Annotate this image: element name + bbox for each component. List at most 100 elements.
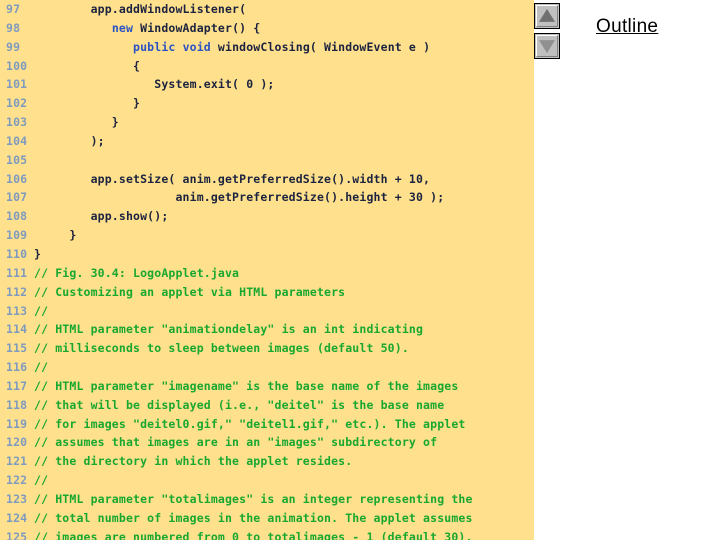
code-token: }: [34, 246, 42, 261]
code-line: 101 System.exit( 0 );: [0, 75, 534, 94]
code-keyword: new: [111, 20, 134, 35]
line-number: 115: [6, 341, 28, 356]
code-line: 109 }: [0, 226, 534, 245]
code-token: app.show();: [34, 209, 169, 224]
line-number: 114: [6, 322, 28, 337]
code-line: 100 {: [0, 57, 534, 76]
line-number: 123: [6, 491, 28, 506]
code-keyword: public: [133, 39, 176, 54]
code-line: 120 // assumes that images are in an "ima…: [0, 433, 534, 452]
code-line: 115 // milliseconds to sleep between imag…: [0, 339, 534, 358]
line-number: 107: [6, 190, 28, 205]
code-line: 123 // HTML parameter "totalimages" is an…: [0, 490, 534, 509]
line-number: 121: [6, 454, 28, 469]
line-number: 116: [6, 360, 28, 375]
code-token: app.addWindowListener(: [34, 2, 247, 16]
code-line: 98 new WindowAdapter() {: [0, 19, 534, 38]
line-number: 102: [6, 96, 28, 111]
line-number: 112: [6, 284, 28, 299]
line-number: 104: [6, 133, 28, 148]
line-number: 124: [6, 510, 28, 525]
code-comment: // HTML parameter "animationdelay" is an…: [34, 322, 424, 337]
scroll-down-button-bevel: [536, 35, 558, 57]
scroll-down-button[interactable]: [534, 33, 560, 59]
line-number: 110: [6, 246, 28, 261]
code-comment: // that will be displayed (i.e., "deitel…: [34, 397, 445, 412]
code-line: 113 //: [0, 302, 534, 321]
code-line: 119 // for images "deitel0.gif," "deitel1…: [0, 415, 534, 434]
code-comment: // Customizing an applet via HTML parame…: [34, 284, 346, 299]
code-comment: //: [34, 360, 49, 375]
line-number: 101: [6, 77, 28, 92]
code-line: 122 //: [0, 471, 534, 490]
code-line: 114 // HTML parameter "animationdelay" is…: [0, 320, 534, 339]
line-number: 119: [6, 416, 28, 431]
code-comment: // for images "deitel0.gif," "deitel1.gi…: [34, 416, 466, 431]
code-comment: // total number of images in the animati…: [34, 510, 473, 525]
code-line: 102 }: [0, 94, 534, 113]
line-number: 118: [6, 397, 28, 412]
code-comment: // the directory in which the applet res…: [34, 454, 353, 469]
code-comment: // HTML parameter "imagename" is the bas…: [34, 378, 459, 393]
code-line: 121 // the directory in which the applet …: [0, 452, 534, 471]
code-token: }: [34, 115, 119, 130]
code-listing-panel: 97 app.addWindowListener(98 new WindowAd…: [0, 0, 534, 540]
line-number: 125: [6, 529, 28, 540]
code-line: 125 // images are numbered from 0 to tota…: [0, 528, 534, 540]
line-number: 103: [6, 115, 28, 130]
line-number: 122: [6, 473, 28, 488]
scroll-up-button[interactable]: [534, 3, 560, 29]
code-line: 112 // Customizing an applet via HTML par…: [0, 283, 534, 302]
code-comment: //: [34, 473, 49, 488]
code-line: 116 //: [0, 358, 534, 377]
outline-label: Outline: [596, 16, 659, 37]
triangle-up-icon: [539, 8, 555, 22]
code-keyword: void: [182, 39, 211, 54]
line-number: 117: [6, 378, 28, 393]
scroll-up-button-bevel: [536, 5, 558, 27]
code-comment: // assumes that images are in an "images…: [34, 435, 438, 450]
code-token: System.exit( 0 );: [34, 77, 275, 92]
code-line: 107 anim.getPreferredSize().height + 30 …: [0, 188, 534, 207]
code-token: app.setSize( anim.getPreferredSize().wid…: [34, 171, 431, 186]
triangle-down-icon: [539, 40, 555, 54]
code-token: {: [34, 58, 141, 73]
code-line: 97 app.addWindowListener(: [0, 0, 534, 19]
code-line: 105: [0, 151, 534, 170]
code-line: 110}: [0, 245, 534, 264]
code-token: windowClosing( WindowEvent e ): [210, 39, 431, 54]
code-line: 111 // Fig. 30.4: LogoApplet.java: [0, 264, 534, 283]
line-number: 108: [6, 209, 28, 224]
code-comment: //: [34, 303, 49, 318]
line-number: 113: [6, 303, 28, 318]
code-token: );: [34, 133, 105, 148]
right-pane: Outline: [534, 0, 720, 540]
code-lines-container: 97 app.addWindowListener(98 new WindowAd…: [0, 0, 534, 540]
line-number: 98: [6, 20, 21, 35]
code-token: }: [34, 228, 77, 243]
line-number: 100: [6, 58, 28, 73]
line-number: 106: [6, 171, 28, 186]
line-number: 105: [6, 152, 28, 167]
line-number: 99: [6, 39, 21, 54]
line-number: 97: [6, 2, 21, 16]
code-line: 103 }: [0, 113, 534, 132]
code-comment: // milliseconds to sleep between images …: [34, 341, 409, 356]
code-token: }: [34, 96, 141, 111]
code-comment: // HTML parameter "totalimages" is an in…: [34, 491, 473, 506]
line-number: 109: [6, 228, 28, 243]
code-line: 124 // total number of images in the anim…: [0, 509, 534, 528]
code-comment: // Fig. 30.4: LogoApplet.java: [34, 265, 240, 280]
line-number: 111: [6, 265, 28, 280]
code-token: WindowAdapter() {: [133, 20, 261, 35]
code-line: 104 );: [0, 132, 534, 151]
line-number: 120: [6, 435, 28, 450]
code-line: 106 app.setSize( anim.getPreferredSize()…: [0, 170, 534, 189]
code-line: 118 // that will be displayed (i.e., "dei…: [0, 396, 534, 415]
code-line: 108 app.show();: [0, 207, 534, 226]
code-line: 117 // HTML parameter "imagename" is the …: [0, 377, 534, 396]
code-token: anim.getPreferredSize().height + 30 );: [34, 190, 445, 205]
